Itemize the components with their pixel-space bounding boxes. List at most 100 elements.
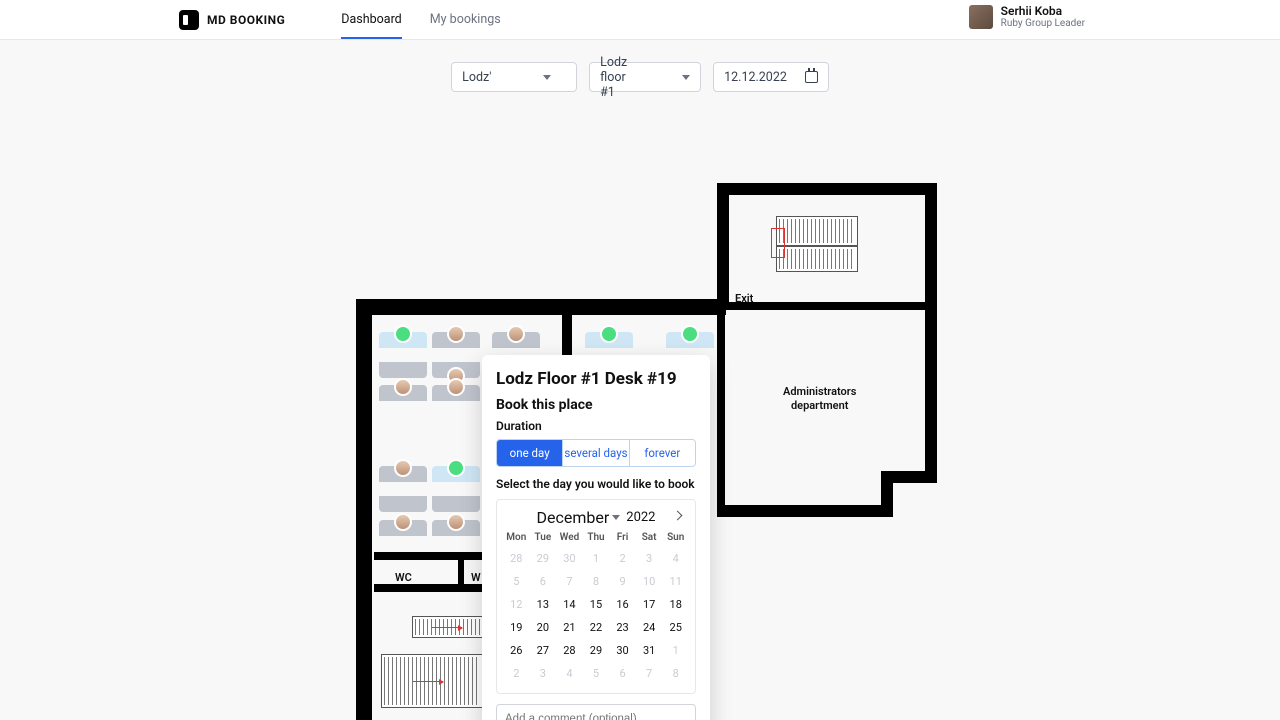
duration-one-day[interactable]: one day (497, 440, 562, 466)
calendar-day[interactable]: 26 (503, 639, 530, 662)
calendar-dow: Mon (503, 528, 530, 547)
desk[interactable] (379, 385, 427, 431)
calendar-day[interactable]: 16 (609, 593, 636, 616)
duration-segment: one day several days forever (496, 439, 696, 467)
elevator-marker (771, 228, 785, 258)
calendar-day[interactable]: 15 (583, 593, 610, 616)
calendar-icon (805, 71, 818, 83)
calendar-next-button[interactable] (671, 510, 685, 524)
calendar-day: 5 (583, 662, 610, 685)
wc-label-1: WC (395, 571, 412, 584)
wall (356, 299, 726, 315)
direction-arrow-icon (413, 681, 443, 682)
calendar-day[interactable]: 14 (556, 593, 583, 616)
user-role: Ruby Group Leader (1001, 18, 1085, 29)
occupied-avatar (507, 325, 525, 343)
comment-input[interactable] (496, 704, 696, 720)
duration-forever[interactable]: forever (629, 440, 695, 466)
calendar-dow: Thu (583, 528, 610, 547)
desk[interactable] (432, 332, 480, 378)
user-name: Serhii Koba (1001, 4, 1085, 18)
calendar-day[interactable]: 30 (609, 639, 636, 662)
popup-subtitle: Book this place (496, 397, 696, 413)
calendar-day[interactable]: 24 (636, 616, 663, 639)
calendar-day[interactable]: 31 (636, 639, 663, 662)
calendar-day[interactable]: 28 (556, 639, 583, 662)
calendar-day: 6 (609, 662, 636, 685)
calendar-day[interactable]: 23 (609, 616, 636, 639)
user-menu[interactable]: Serhii Koba Ruby Group Leader (969, 4, 1085, 29)
status-available-icon (394, 325, 412, 343)
calendar-day[interactable]: 17 (636, 593, 663, 616)
popup-title: Lodz Floor #1 Desk #19 (496, 369, 696, 389)
wall (925, 183, 937, 483)
brand-text: MD BOOKING (207, 13, 285, 27)
filter-bar: Lodz' Lodz floor #1 12.12.2022 (0, 62, 1280, 92)
calendar-day[interactable]: 29 (583, 639, 610, 662)
calendar-day[interactable]: 18 (662, 593, 689, 616)
nav: Dashboard My bookings (341, 1, 500, 39)
calendar-day: 4 (556, 662, 583, 685)
desk[interactable] (379, 466, 427, 512)
date-value: 12.12.2022 (724, 70, 787, 85)
calendar-dow: Wed (556, 528, 583, 547)
calendar-day[interactable]: 27 (530, 639, 557, 662)
desk[interactable] (379, 520, 427, 566)
status-available-icon (447, 459, 465, 477)
month-select[interactable]: December (537, 508, 621, 527)
select-day-label: Select the day you would like to book (496, 477, 696, 491)
occupied-avatar (394, 459, 412, 477)
occupied-avatar (394, 378, 412, 396)
wc-label-2: W (471, 571, 481, 584)
floorplan-canvas[interactable]: Exit Administrators department WC W (0, 92, 1280, 720)
date-input[interactable]: 12.12.2022 (713, 62, 829, 92)
calendar-day: 5 (503, 570, 530, 593)
status-available-icon (681, 325, 699, 343)
exit-label: Exit (735, 292, 753, 305)
calendar-dow-row: MonTueWedThuFriSatSun (503, 528, 689, 547)
calendar-day: 2 (609, 547, 636, 570)
stairs (776, 246, 858, 272)
calendar-header: December 2022 (503, 506, 689, 528)
calendar-day[interactable]: 25 (662, 616, 689, 639)
stairs (776, 216, 858, 246)
chevron-down-icon (682, 75, 690, 80)
calendar-day: 28 (503, 547, 530, 570)
calendar-day: 4 (662, 547, 689, 570)
calendar-day[interactable]: 21 (556, 616, 583, 639)
booking-popup: Lodz Floor #1 Desk #19 Book this place D… (482, 355, 710, 720)
nav-dashboard[interactable]: Dashboard (341, 1, 401, 39)
desk[interactable] (432, 520, 480, 566)
calendar-day[interactable]: 22 (583, 616, 610, 639)
wall (717, 183, 937, 195)
calendar-day: 8 (662, 662, 689, 685)
desk[interactable] (379, 332, 427, 378)
calendar-day: 9 (609, 570, 636, 593)
calendar-dow: Sun (662, 528, 689, 547)
calendar-day[interactable]: 20 (530, 616, 557, 639)
app-header: MD BOOKING Dashboard My bookings Serhii … (0, 0, 1280, 40)
calendar-day: 3 (530, 662, 557, 685)
calendar-day[interactable]: 19 (503, 616, 530, 639)
calendar-day[interactable]: 13 (530, 593, 557, 616)
floor-select[interactable]: Lodz floor #1 (589, 62, 701, 92)
calendar-day: 6 (530, 570, 557, 593)
occupied-avatar (447, 325, 465, 343)
wall (728, 302, 937, 310)
desk[interactable] (432, 466, 480, 512)
calendar-day: 7 (556, 570, 583, 593)
direction-arrow-icon (432, 627, 462, 628)
brand: MD BOOKING (179, 10, 285, 30)
nav-mybookings[interactable]: My bookings (430, 1, 501, 39)
occupied-avatar (447, 378, 465, 396)
city-select[interactable]: Lodz' (451, 62, 577, 92)
desk[interactable] (432, 385, 480, 431)
calendar-dow: Tue (530, 528, 557, 547)
calendar-dow: Fri (609, 528, 636, 547)
calendar-day: 12 (503, 593, 530, 616)
calendar-day: 8 (583, 570, 610, 593)
avatar (969, 5, 993, 29)
wall (562, 315, 572, 360)
duration-several-days[interactable]: several days (562, 440, 628, 466)
calendar-day: 29 (530, 547, 557, 570)
